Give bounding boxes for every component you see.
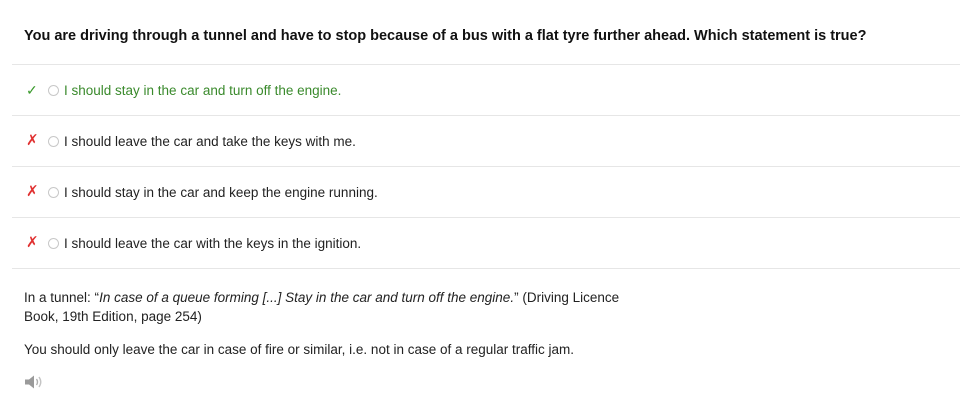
radio-button[interactable]: [48, 237, 59, 249]
answer-option-3[interactable]: ✗ I should stay in the car and keep the …: [12, 167, 960, 218]
question-text: You are driving through a tunnel and hav…: [24, 28, 867, 44]
radio-button[interactable]: [48, 84, 59, 96]
explanation-note: You should only leave the car in case of…: [24, 342, 575, 357]
radio-button[interactable]: [48, 135, 59, 147]
explanation-prefix: In a tunnel: “: [24, 290, 100, 305]
cross-icon: ✗: [26, 132, 39, 149]
answer-option-1[interactable]: ✓ I should stay in the car and turn off …: [12, 65, 960, 116]
answer-label: I should stay in the car and turn off th…: [64, 82, 342, 98]
explanation-quote: In case of a queue forming [...] Stay in…: [99, 290, 515, 305]
answer-list: ✓ I should stay in the car and turn off …: [12, 64, 960, 269]
check-icon: ✓: [26, 82, 38, 98]
answer-option-4[interactable]: ✗ I should leave the car with the keys i…: [12, 218, 960, 269]
radio-button[interactable]: [48, 186, 59, 198]
answer-label: I should leave the car and take the keys…: [64, 133, 356, 149]
quiz-page: You are driving through a tunnel and hav…: [0, 0, 960, 420]
speaker-icon[interactable]: [24, 374, 44, 390]
answer-label: I should stay in the car and keep the en…: [64, 184, 378, 200]
explanation-text: In a tunnel: “In case of a queue forming…: [24, 288, 644, 326]
cross-icon: ✗: [26, 234, 39, 251]
cross-icon: ✗: [26, 183, 39, 200]
answer-option-2[interactable]: ✗ I should leave the car and take the ke…: [12, 116, 960, 167]
answer-label: I should leave the car with the keys in …: [64, 235, 362, 251]
